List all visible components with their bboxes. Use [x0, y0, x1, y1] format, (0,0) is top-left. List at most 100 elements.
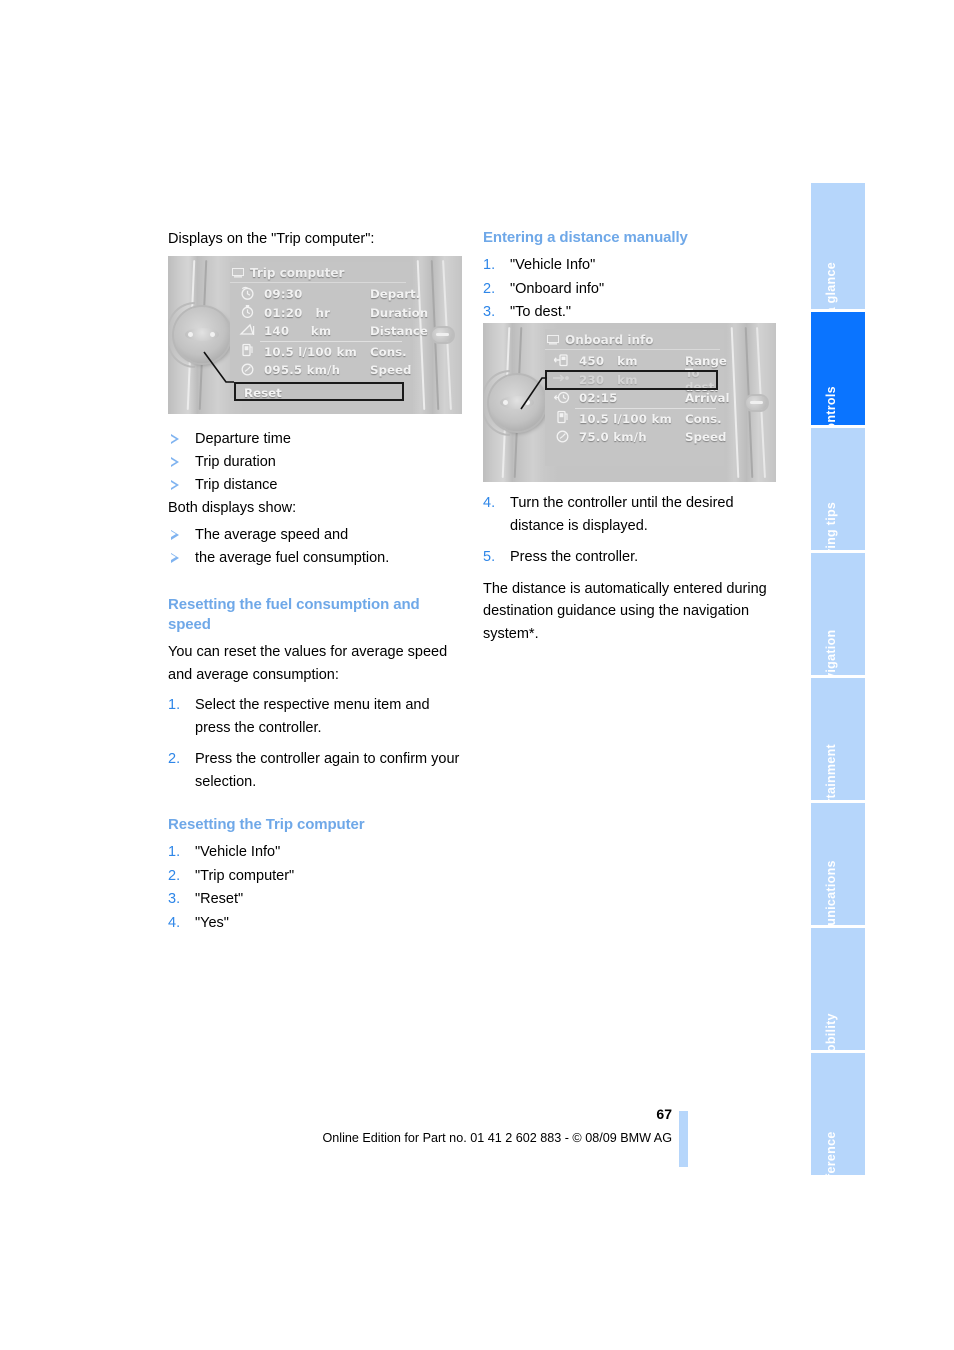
- display-value: 75.0 km/h: [579, 430, 647, 445]
- list-item: 4. "Yes": [168, 912, 462, 935]
- display-row: 10.5 l/100 km Cons.: [545, 410, 722, 429]
- sidebar-tab-driving-tips[interactable]: Driving tips: [811, 428, 865, 574]
- left-column-after-figure: Departure time Trip duration Trip distan…: [168, 424, 462, 935]
- reset-fuel-intro-paragraph: You can reset the values for average spe…: [168, 644, 448, 683]
- list-item: 4. Turn the controller until the desired …: [483, 492, 777, 537]
- right-column: Entering a distance manually 1. "Vehicle …: [483, 228, 777, 325]
- both-displays-paragraph: Both displays show:: [168, 500, 297, 516]
- triangle-bullet-icon: [171, 552, 179, 563]
- sidebar-tab-controls[interactable]: Controls: [811, 312, 865, 440]
- chapter-tab-strip: At a glance Controls Driving tips Naviga…: [811, 183, 865, 1195]
- screen-title-bar: Trip computer: [232, 264, 410, 281]
- left-intro-paragraph: Displays on the "Trip computer":: [168, 231, 375, 247]
- side-button-icon: [432, 328, 453, 342]
- footer-imprint: Online Edition for Part no. 01 41 2 602 …: [322, 1131, 672, 1145]
- display-label: Duration: [370, 305, 429, 320]
- step-text: "To dest.": [510, 304, 572, 320]
- sidebar-tab-at-a-glance[interactable]: At a glance: [811, 183, 865, 332]
- distance-steps-continued-list: 4. Turn the controller until the desired …: [483, 492, 777, 569]
- step-text: Press the controller again to confirm yo…: [195, 751, 460, 790]
- figure-trip-computer-display: Trip computer 09:30 Depart. 01:20 hr Dur…: [168, 256, 462, 414]
- display-label: Cons.: [370, 344, 407, 359]
- arrival-clock-icon: [545, 390, 579, 407]
- display-screen-icon: [547, 334, 559, 344]
- screen-title-text: Trip computer: [250, 265, 345, 280]
- idrive-controller-knob: [489, 374, 545, 431]
- list-item: 2. "Trip computer": [168, 865, 462, 888]
- page-number: 67: [656, 1106, 672, 1122]
- list-item: 2. Press the controller again to confirm …: [168, 748, 462, 793]
- triangle-bullet-icon: [171, 457, 179, 467]
- list-item-label: Trip distance: [195, 477, 278, 493]
- display-value: 02:15: [579, 391, 618, 406]
- to-destination-selection-box[interactable]: [545, 370, 718, 390]
- trip-distance-icon: [230, 323, 264, 340]
- screen-title-bar: Onboard info: [547, 331, 724, 348]
- step-number: 5.: [483, 549, 496, 565]
- title-divider: [230, 282, 406, 283]
- sidebar-tab-navigation[interactable]: Navigation: [811, 553, 865, 696]
- sidebar-tab-reference[interactable]: Reference: [811, 1053, 865, 1195]
- step-number: 2.: [168, 751, 181, 767]
- sidebar-tab-mobility[interactable]: Mobility: [811, 928, 865, 1063]
- trim-stroke: [730, 327, 740, 478]
- sidebar-tab-label: Reference: [824, 1131, 838, 1195]
- display-label: Arrival: [685, 391, 730, 406]
- list-item: Departure time: [168, 428, 462, 451]
- triangle-bullet-icon: [171, 434, 179, 444]
- display-screen-icon: [232, 267, 244, 277]
- display-value: 10.5 l/100 km: [264, 344, 358, 359]
- sidebar-tab-entertainment[interactable]: Entertainment: [811, 678, 865, 832]
- list-item: Trip duration: [168, 451, 462, 474]
- onboard-info-rows: 450 km Range 230 km To dest.: [545, 352, 730, 447]
- display-label: Distance: [370, 324, 428, 339]
- display-row: 01:20 hr Duration: [230, 304, 428, 323]
- step-text: "Reset": [195, 891, 244, 907]
- display-row: 02:15 Arrival: [545, 389, 730, 408]
- display-row: 140 km Distance: [230, 322, 428, 341]
- sidebar-tab-communications[interactable]: Communications: [811, 803, 865, 966]
- reset-trip-steps-list: 1. "Vehicle Info" 2. "Trip computer" 3. "Re…: [168, 841, 462, 934]
- figure-onboard-info-display: Onboard info 450 km Range 02:15 Arrival …: [483, 323, 776, 482]
- trip-computer-bullet-list: Departure time Trip duration Trip distan…: [168, 428, 462, 497]
- step-number: 1.: [168, 844, 181, 860]
- left-column: Displays on the "Trip computer":: [168, 228, 462, 251]
- step-text: Press the controller.: [510, 549, 639, 565]
- display-value: 095.5 km/h: [264, 363, 341, 378]
- list-item: 2. "Onboard info": [483, 278, 777, 301]
- step-number: 1.: [168, 697, 181, 713]
- display-label: Depart.: [370, 287, 421, 302]
- figure-background: Trip computer 09:30 Depart. 01:20 hr Dur…: [168, 256, 462, 414]
- entering-distance-steps-list: 1. "Vehicle Info" 2. "Onboard info" 3. "To …: [483, 254, 777, 324]
- list-item: 1. "Vehicle Info": [168, 841, 462, 864]
- trip-computer-rows: 09:30 Depart. 01:20 hr Duration 140 km D…: [230, 285, 428, 380]
- display-row: 09:30 Depart.: [230, 285, 420, 304]
- trip-computer-screen: Trip computer 09:30 Depart. 01:20 hr Dur…: [230, 262, 428, 401]
- closing-paragraph: The distance is automatically entered du…: [483, 580, 767, 642]
- display-label: Speed: [685, 430, 727, 445]
- stopwatch-icon: [230, 304, 264, 321]
- reset-fuel-steps-list: 1. Select the respective menu item and pr…: [168, 694, 462, 793]
- step-number: 4.: [483, 495, 496, 511]
- list-item: 5. Press the controller.: [483, 546, 777, 569]
- step-text: "Onboard info": [510, 280, 605, 297]
- step-text: "Vehicle Info": [510, 257, 596, 273]
- list-item: 1. "Vehicle Info": [483, 254, 777, 277]
- speedometer-icon: [230, 362, 264, 379]
- step-number: 1.: [483, 257, 496, 273]
- fuel-pump-icon: [545, 410, 579, 427]
- heading-entering-distance-manually: Entering a distance manually: [483, 229, 688, 246]
- triangle-bullet-icon: [171, 480, 179, 490]
- right-column-after-figure: 4. Turn the controller until the desired …: [483, 490, 777, 645]
- reset-label: Reset: [244, 386, 282, 400]
- display-value: 10.5 l/100 km: [579, 411, 673, 426]
- figure-background: Onboard info 450 km Range 02:15 Arrival …: [483, 323, 776, 482]
- idrive-controller-knob: [174, 307, 230, 363]
- reset-menu-item[interactable]: Reset: [234, 382, 404, 401]
- step-number: 3.: [483, 304, 496, 320]
- title-divider: [545, 349, 720, 350]
- display-value: 140 km: [264, 324, 332, 339]
- step-text: "Yes": [195, 914, 229, 931]
- speedometer-icon: [545, 429, 579, 446]
- list-item-label: The average speed and: [195, 526, 349, 543]
